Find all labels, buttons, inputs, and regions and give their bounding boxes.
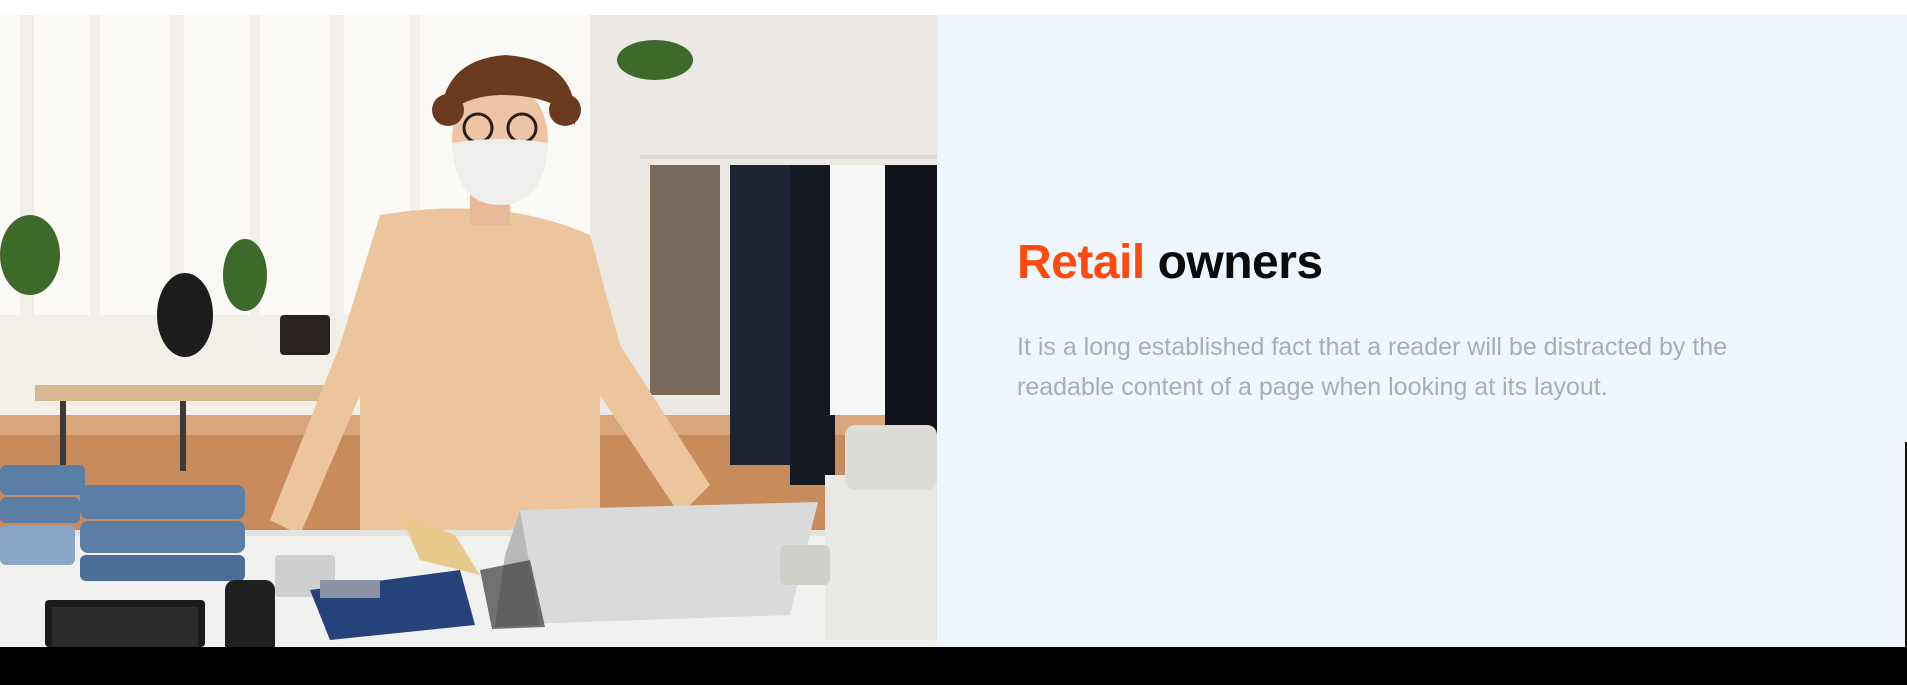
page: Retail owners It is a long established f… bbox=[0, 0, 1907, 685]
footer-bar bbox=[0, 647, 1907, 685]
heading-accent-word: Retail bbox=[1017, 236, 1145, 289]
retail-owner-photo-illustration bbox=[0, 15, 937, 647]
section-heading: Retail owners bbox=[1017, 236, 1324, 290]
retail-owner-photo bbox=[0, 15, 937, 647]
heading-rest: owners bbox=[1157, 236, 1324, 289]
retail-owners-section: Retail owners It is a long established f… bbox=[0, 15, 1907, 647]
content-panel: Retail owners It is a long established f… bbox=[937, 15, 1907, 647]
section-description: It is a long established fact that a rea… bbox=[1017, 333, 1728, 401]
